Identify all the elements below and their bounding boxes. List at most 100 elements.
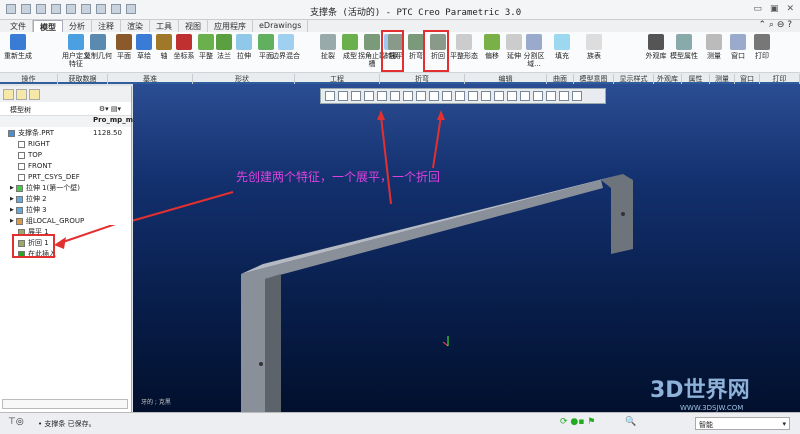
tree-item-label: FRONT <box>28 162 52 170</box>
ribbon-button-label: 复制几何 <box>84 52 112 60</box>
tree-item-label: PRT_CSYS_DEF <box>28 173 80 181</box>
highlight-tree-features <box>12 234 55 258</box>
regen-icon[interactable]: ⟳ ●▪ ⚑ <box>560 417 595 427</box>
column-header[interactable]: Pro_mp_m <box>0 116 133 127</box>
tab-item[interactable]: 应用程序 <box>208 20 253 32</box>
expand-icon[interactable]: ▶ <box>10 205 14 216</box>
selection-filter[interactable]: 智能 ▾ <box>695 417 790 430</box>
quick-access-toolbar[interactable] <box>6 4 136 14</box>
ribbon-button[interactable]: 外观库 <box>642 34 670 60</box>
ribbon-button[interactable]: 模型属性 <box>670 34 698 60</box>
tab-item[interactable]: eDrawings <box>253 20 309 32</box>
tab-item[interactable]: 分析 <box>63 20 92 32</box>
ribbon-group-label[interactable]: 属性 <box>682 74 710 84</box>
bracket-part <box>133 110 633 412</box>
feature-icon <box>8 130 15 137</box>
ribbon-button-label: 分割区域... <box>523 52 545 68</box>
watermark-text: 3D世界网 <box>650 378 750 403</box>
tab-item[interactable]: 注释 <box>92 20 121 32</box>
status-bar: ⊤◎ • 支撑条 已保存。 ⟳ ●▪ ⚑ 🔍 智能 ▾ <box>0 412 800 434</box>
ribbon-button[interactable]: 分割区域... <box>520 34 548 68</box>
layer-tab-icon[interactable] <box>16 89 27 100</box>
tab-item[interactable]: 模型 <box>33 20 63 32</box>
ribbon-group-label[interactable]: 显示样式 <box>614 74 654 84</box>
tree-item-label: 拉伸 3 <box>25 206 47 214</box>
ribbon-group-label[interactable]: 基准 <box>108 74 193 84</box>
tab-item[interactable]: 渲染 <box>121 20 150 32</box>
horizontal-scrollbar[interactable] <box>2 399 128 409</box>
expand-icon[interactable]: ▶ <box>10 194 14 205</box>
tree-item[interactable]: 支撑条.PRT 1128.50 <box>0 128 131 139</box>
tree-item[interactable]: ▶ 拉伸 2 <box>0 194 131 205</box>
ribbon-button-icon <box>176 34 192 50</box>
viewport-hint: 牙的 ; 克黑 <box>141 399 171 406</box>
ribbon-button[interactable]: 平整形态 <box>450 34 478 60</box>
ribbon-button-icon <box>342 34 358 50</box>
ribbon-button-label: 延伸 <box>507 52 521 60</box>
ribbon-button-icon <box>526 34 542 50</box>
tree-settings-icon[interactable]: ⚙▾ ▤▾ <box>99 105 121 113</box>
folder-tab-icon[interactable] <box>29 89 40 100</box>
ribbon-button-label: 重新生成 <box>4 52 32 60</box>
ribbon-group-label[interactable]: 窗口 <box>735 74 760 84</box>
status-message: • 支撑条 已保存。 <box>38 420 96 428</box>
ribbon-group-label[interactable]: 编辑 <box>465 74 547 84</box>
ribbon-group-label[interactable]: 工程 <box>295 74 380 84</box>
ribbon-group-label[interactable]: 折弯 <box>380 74 465 84</box>
ribbon-button-icon <box>320 34 336 50</box>
help-icons[interactable]: ⌃ ⌕ ⊖ ? <box>759 20 792 30</box>
tab-item[interactable]: 文件 <box>4 20 33 32</box>
ribbon-group-label[interactable]: 操作 <box>0 74 58 84</box>
ribbon-button-label: 平整形态 <box>450 52 478 60</box>
tree-item[interactable]: ▶ 拉伸 1(第一个壁) <box>0 183 131 194</box>
feature-icon <box>18 163 25 170</box>
ribbon-button[interactable]: 族表 <box>580 34 608 60</box>
tree-tab-icon[interactable] <box>3 89 14 100</box>
ribbon-button[interactable]: 打印 <box>748 34 776 60</box>
window-title: 支撑条 (活动的) - PTC Creo Parametric 3.0 <box>310 8 522 18</box>
ribbon-button-icon <box>278 34 294 50</box>
tree-item-label: 拉伸 2 <box>25 195 47 203</box>
feature-icon <box>15 207 23 214</box>
ribbon-button-label: 草绘 <box>137 52 151 60</box>
minimize-icon[interactable]: ▭ <box>753 4 762 14</box>
maximize-icon[interactable]: ▣ <box>770 4 779 14</box>
ribbon-group-label[interactable]: 曲面 <box>547 74 574 84</box>
feature-icon <box>15 185 23 192</box>
ribbon-button-label: 边界混合 <box>272 52 300 60</box>
ribbon-group-label[interactable]: 测量 <box>710 74 735 84</box>
ribbon-group-label[interactable]: 打印 <box>760 74 800 84</box>
ribbon-button-label: 折弯 <box>409 52 423 60</box>
tree-item[interactable]: FRONT <box>0 161 131 172</box>
ribbon-button-icon <box>68 34 84 50</box>
find-icon[interactable]: 🔍 <box>625 417 636 427</box>
ribbon-button-icon <box>730 34 746 50</box>
tree-item[interactable]: PRT_CSYS_DEF <box>0 172 131 183</box>
watermark-url: WWW.3DSJW.COM <box>680 404 744 412</box>
ribbon-button-icon <box>408 34 424 50</box>
ribbon-button-icon <box>706 34 722 50</box>
ribbon-group-label[interactable]: 模型意图 <box>574 74 614 84</box>
ribbon-button[interactable]: 复制几何 <box>84 34 112 60</box>
tab-item[interactable]: 工具 <box>150 20 179 32</box>
graphics-viewport[interactable]: 先创建两个特征，一个展平，一个折回 牙的 ; 克黑 <box>133 84 800 412</box>
status-toggle-icon[interactable]: ⊤◎ <box>8 417 24 427</box>
ribbon-group-label[interactable]: 形状 <box>190 74 295 84</box>
tree-item[interactable]: ▶ 拉伸 3 <box>0 205 131 216</box>
ribbon-button-label: 拉伸 <box>237 52 251 60</box>
expand-icon[interactable]: ▶ <box>10 183 14 194</box>
feature-icon <box>15 218 23 225</box>
annotation-arrow <box>54 225 116 249</box>
ribbon-group-label[interactable]: 外观库 <box>654 74 682 84</box>
watermark-logo: 3D世界网 WWW.3DSJW.COM <box>650 378 750 412</box>
ribbon-button[interactable]: 重新生成 <box>4 34 32 60</box>
ribbon-button-label: 平面 <box>259 52 273 60</box>
tree-item[interactable]: TOP <box>0 150 131 161</box>
ribbon-group-label[interactable]: 获取数据 <box>58 74 108 84</box>
ribbon-button[interactable]: 填充 <box>548 34 576 60</box>
tab-item[interactable]: 视图 <box>179 20 208 32</box>
close-icon[interactable]: ✕ <box>786 4 794 14</box>
tree-item[interactable]: RIGHT <box>0 139 131 150</box>
expand-icon[interactable]: ▶ <box>10 216 14 227</box>
ribbon-button[interactable]: 边界混合 <box>272 34 300 60</box>
